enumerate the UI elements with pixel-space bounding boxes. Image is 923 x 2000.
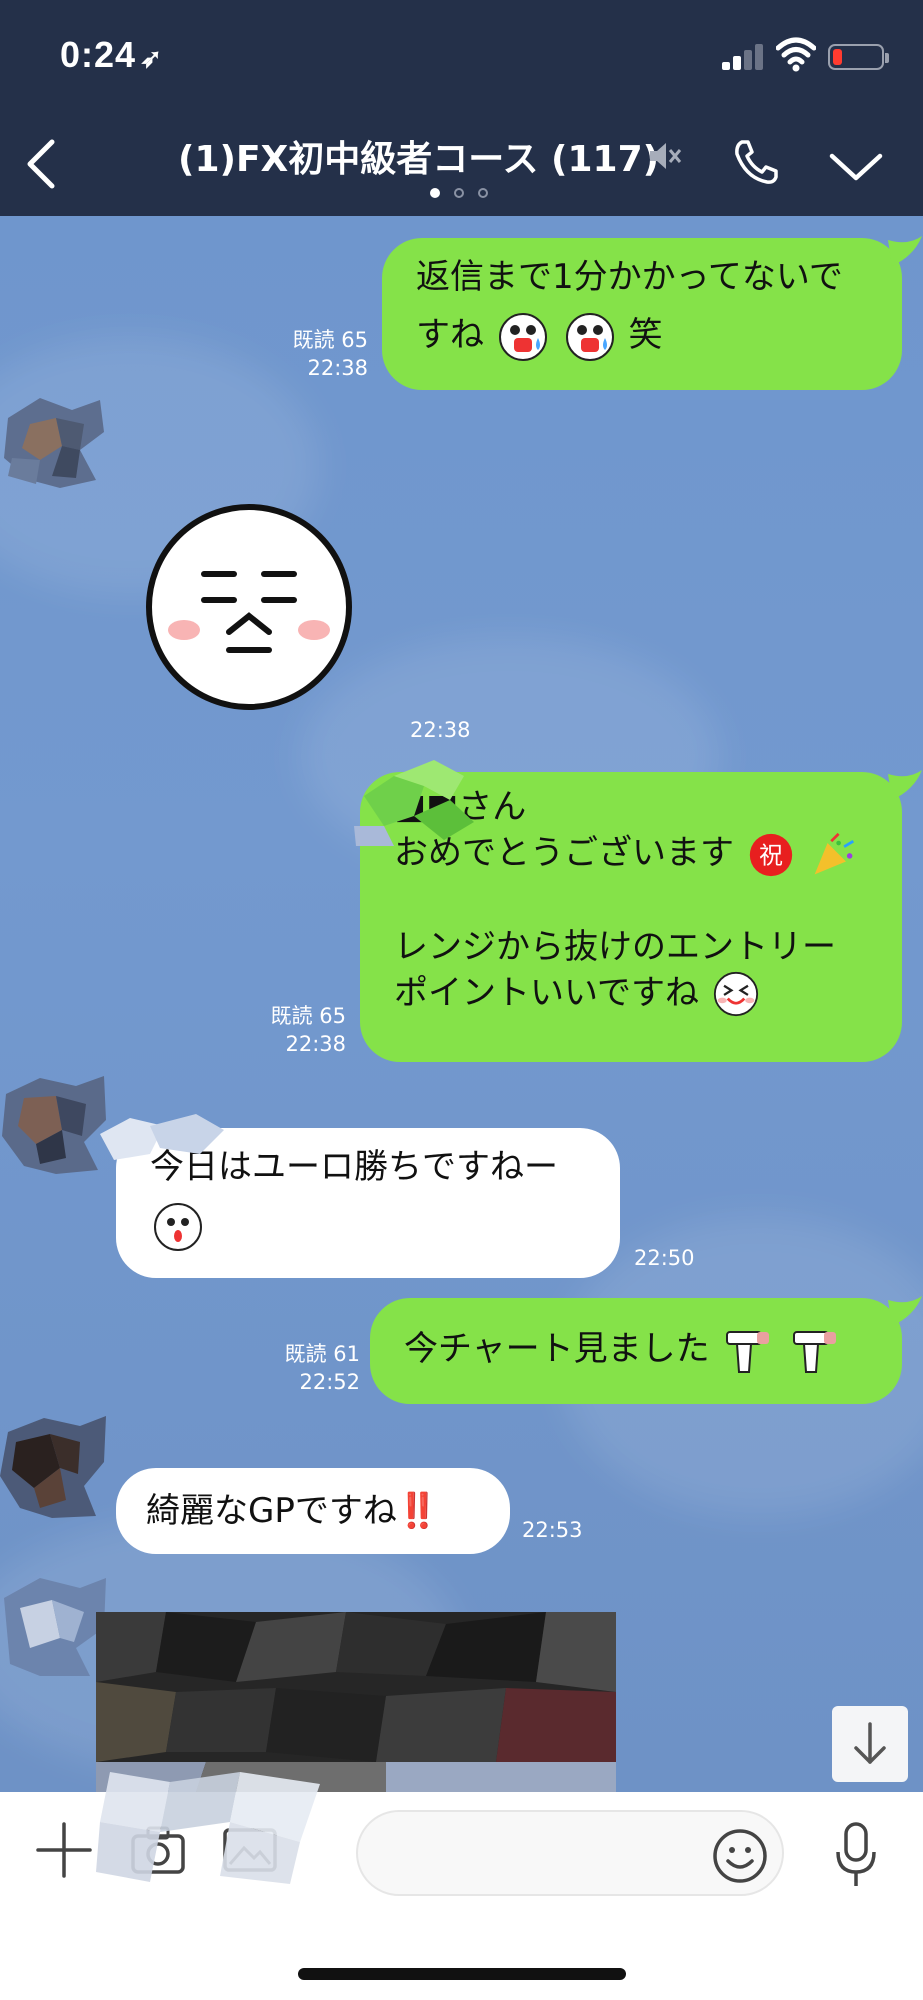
cellular-signal-icon: [722, 42, 766, 70]
chevron-down-icon[interactable]: [828, 148, 884, 184]
message-time: 22:50: [634, 1246, 695, 1270]
message-meta: 既読 65 22:38: [262, 1002, 346, 1058]
message-text: ポイントいいですね: [394, 970, 902, 1018]
party-popper-emoji: [814, 832, 854, 874]
chat-header: 0:24 ➶ (1)FX初中級者コース (117): [0, 0, 923, 216]
message-time: 22:53: [522, 1518, 583, 1542]
back-button[interactable]: [22, 134, 62, 194]
arrow-down-icon: [854, 1722, 886, 1764]
avatar[interactable]: [0, 1070, 110, 1180]
hammer-emoji: [726, 1330, 770, 1373]
page-indicator: [424, 186, 496, 200]
battery-icon: [828, 44, 889, 70]
bubble-tail: [888, 770, 922, 800]
redacted-name-mosaic: [354, 760, 474, 846]
celebration-badge-emoji: 祝: [749, 833, 792, 876]
microphone-icon[interactable]: [830, 1820, 882, 1890]
grinning-face-emoji: [713, 971, 758, 1017]
read-receipt: 既読 65: [292, 328, 368, 352]
message-bubble-received[interactable]: 綺麗なGPですね‼️: [116, 1468, 510, 1554]
scroll-to-bottom-button[interactable]: [832, 1706, 908, 1782]
message-time: 22:38: [285, 1032, 346, 1056]
image-message-redacted[interactable]: [86, 1612, 626, 1792]
message-text: 返信まで1分かかってないで: [416, 257, 843, 297]
redacted-text-mosaic: [100, 1114, 224, 1160]
double-exclamation-emoji: ‼️: [396, 1491, 440, 1531]
avatar[interactable]: [0, 388, 110, 498]
chat-title[interactable]: (1)FX初中級者コース (117): [178, 130, 659, 182]
message-composer: [0, 1772, 923, 2000]
status-time: 0:24 ➶: [60, 34, 163, 75]
message-text: レンジから抜けのエントリー: [394, 926, 836, 967]
surprised-face-emoji: [154, 1202, 202, 1251]
location-arrow-icon: ➶: [140, 43, 163, 73]
phone-icon[interactable]: [730, 136, 782, 188]
mute-icon: [650, 143, 682, 169]
svg-text:祝: 祝: [759, 841, 783, 869]
message-bubble-sent[interactable]: 今チャート見ました: [370, 1298, 902, 1404]
hammer-emoji: [793, 1330, 837, 1373]
chat-area[interactable]: 既読 65 22:38 返信まで1分かかってないで すね 笑 22:38 既読 …: [0, 216, 923, 1792]
wifi-icon: [776, 37, 816, 72]
redaction-mosaic: [96, 1772, 320, 1884]
message-text: 今チャート見ました: [404, 1329, 710, 1369]
message-text: 綺麗なGPですね: [146, 1491, 397, 1531]
emoji-icon[interactable]: [712, 1828, 768, 1884]
read-receipt: 既読 61: [284, 1342, 360, 1366]
crying-face-emoji: [498, 312, 547, 361]
bubble-tail: [888, 1296, 922, 1326]
message-time: 22:52: [299, 1370, 360, 1394]
message-meta: 既読 61 22:52: [276, 1340, 360, 1396]
plus-icon[interactable]: [34, 1820, 94, 1880]
message-meta: 既読 65 22:38: [284, 326, 368, 382]
message-bubble-sent[interactable]: 返信まで1分かかってないで すね 笑: [382, 238, 902, 390]
home-indicator: [298, 1968, 626, 1980]
message-time: 22:38: [307, 356, 368, 380]
message-text: すね 笑: [416, 306, 902, 364]
message-time: 22:38: [410, 718, 471, 742]
sleepy-face-sticker[interactable]: [144, 502, 354, 712]
crying-face-emoji: [565, 312, 614, 361]
read-receipt: 既読 65: [270, 1004, 346, 1028]
bubble-tail: [888, 236, 922, 266]
avatar[interactable]: [0, 1412, 110, 1522]
